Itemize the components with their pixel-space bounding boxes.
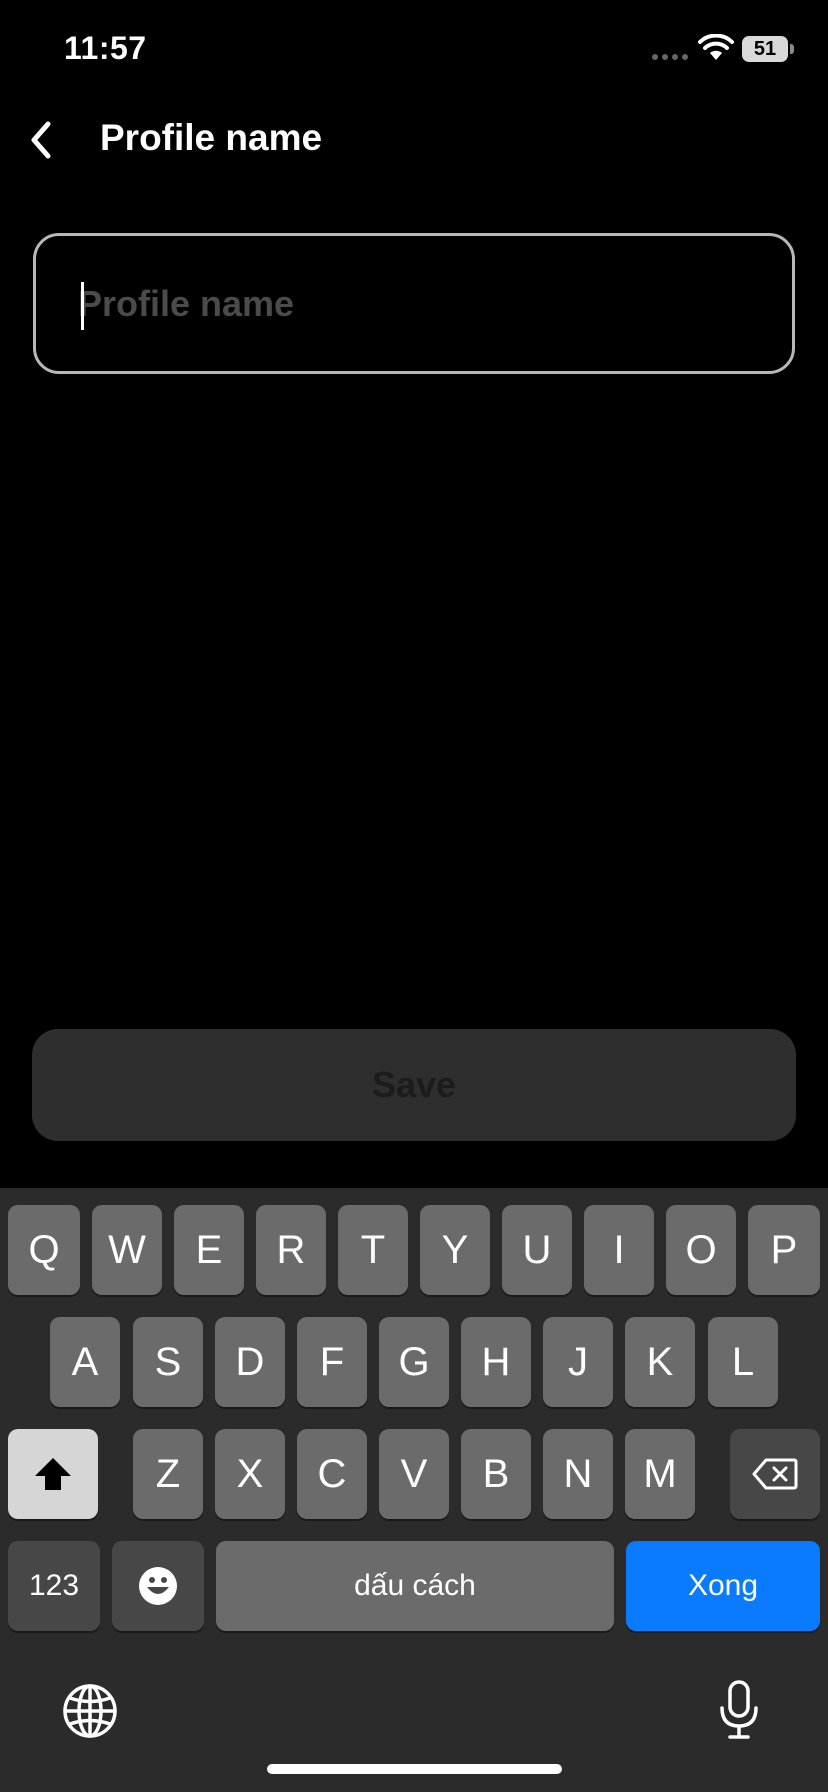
key-e[interactable]: E	[174, 1205, 244, 1295]
key-y[interactable]: Y	[420, 1205, 490, 1295]
key-l[interactable]: L	[708, 1317, 778, 1407]
key-q[interactable]: Q	[8, 1205, 80, 1295]
key-c[interactable]: C	[297, 1429, 367, 1519]
key-f[interactable]: F	[297, 1317, 367, 1407]
key-n[interactable]: N	[543, 1429, 613, 1519]
wifi-icon	[698, 34, 734, 60]
status-time: 11:57	[64, 30, 147, 66]
page-title: Profile name	[100, 117, 323, 158]
delete-key[interactable]	[730, 1429, 820, 1519]
mic-icon[interactable]	[718, 1680, 760, 1740]
save-button[interactable]: Save	[32, 1029, 796, 1141]
key-r[interactable]: R	[256, 1205, 326, 1295]
key-d[interactable]: D	[215, 1317, 285, 1407]
key-s[interactable]: S	[133, 1317, 203, 1407]
text-caret	[81, 282, 84, 330]
cellular-signal-icon	[652, 54, 688, 60]
globe-icon[interactable]	[62, 1683, 118, 1739]
chevron-left-icon	[31, 121, 51, 159]
key-v[interactable]: V	[379, 1429, 449, 1519]
status-bar: 11:57 51	[0, 0, 828, 100]
delete-icon	[752, 1458, 798, 1490]
key-i[interactable]: I	[584, 1205, 654, 1295]
key-u[interactable]: U	[502, 1205, 572, 1295]
key-m[interactable]: M	[625, 1429, 695, 1519]
key-w[interactable]: W	[92, 1205, 162, 1295]
key-p[interactable]: P	[748, 1205, 820, 1295]
emoji-key[interactable]	[112, 1541, 204, 1631]
done-key[interactable]: Xong	[626, 1541, 820, 1631]
key-j[interactable]: J	[543, 1317, 613, 1407]
key-h[interactable]: H	[461, 1317, 531, 1407]
battery-tip	[790, 44, 794, 54]
key-b[interactable]: B	[461, 1429, 531, 1519]
key-t[interactable]: T	[338, 1205, 408, 1295]
key-a[interactable]: A	[50, 1317, 120, 1407]
keyboard: Q W E R T Y U I O P A S D F G H J K L Z …	[0, 1188, 828, 1792]
shift-key[interactable]	[8, 1429, 98, 1519]
key-k[interactable]: K	[625, 1317, 695, 1407]
key-x[interactable]: X	[215, 1429, 285, 1519]
emoji-icon	[139, 1567, 177, 1605]
home-indicator	[267, 1764, 562, 1774]
back-button[interactable]	[14, 110, 68, 170]
profile-name-field[interactable]	[33, 233, 795, 374]
space-key[interactable]: dấu cách	[216, 1541, 614, 1631]
key-o[interactable]: O	[666, 1205, 736, 1295]
profile-name-input[interactable]	[78, 236, 758, 371]
key-g[interactable]: G	[379, 1317, 449, 1407]
numbers-key[interactable]: 123	[8, 1541, 100, 1631]
key-z[interactable]: Z	[133, 1429, 203, 1519]
shift-icon	[35, 1458, 71, 1490]
battery-icon: 51	[742, 36, 788, 62]
